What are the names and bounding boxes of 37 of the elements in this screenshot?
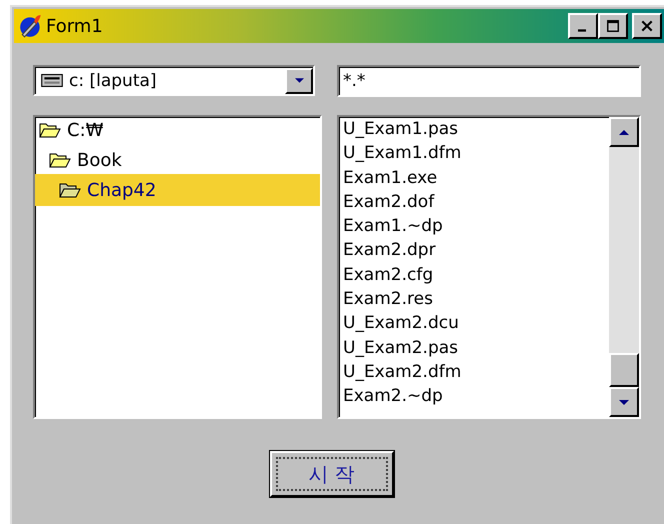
drive-icon [41, 74, 63, 87]
folder-item[interactable]: C:₩ [35, 117, 320, 146]
folder-item[interactable]: Book [35, 144, 320, 176]
file-item[interactable]: U_Exam2.dfm [343, 360, 609, 384]
minimize-icon [578, 29, 586, 32]
maximize-icon [606, 19, 620, 33]
down-arrow-icon [619, 400, 629, 404]
file-item[interactable]: U_Exam1.dfm [343, 141, 609, 166]
scrollbar[interactable] [609, 117, 639, 417]
maximize-button[interactable] [598, 13, 628, 39]
close-button[interactable] [632, 13, 662, 39]
start-button[interactable]: 시 작 [270, 451, 394, 497]
file-item[interactable]: U_Exam2.pas [343, 336, 609, 360]
scroll-up-button[interactable] [609, 117, 639, 147]
drive-combo[interactable]: c: [laputa] [33, 65, 315, 96]
open-folder-icon [59, 182, 81, 198]
folder-icon [49, 152, 71, 168]
scroll-thumb[interactable] [609, 353, 639, 387]
dropdown-button[interactable] [285, 68, 313, 94]
file-item[interactable]: Exam2.dof [343, 190, 609, 214]
folder-item[interactable]: Chap42 [35, 174, 320, 206]
file-item[interactable]: U_Exam2.dcu [343, 311, 609, 336]
file-item[interactable]: Exam1.exe [343, 166, 609, 190]
up-arrow-icon [619, 130, 629, 134]
folder-icon [39, 122, 61, 138]
scroll-down-button[interactable] [609, 387, 639, 417]
file-item[interactable]: Exam2.~dp [343, 384, 609, 409]
window-title: Form1 [46, 16, 103, 36]
file-item[interactable]: Exam2.dpr [343, 238, 609, 263]
file-item[interactable]: Exam2.res [343, 287, 609, 312]
close-icon [640, 19, 654, 33]
file-item[interactable]: U_Exam1.pas [343, 117, 609, 142]
caret-icon [294, 78, 304, 83]
minimize-button[interactable] [568, 13, 598, 39]
file-item[interactable]: Exam1.~dp [343, 214, 609, 238]
file-item[interactable]: Exam2.cfg [343, 262, 609, 288]
filter-field[interactable]: *.* [337, 65, 641, 97]
